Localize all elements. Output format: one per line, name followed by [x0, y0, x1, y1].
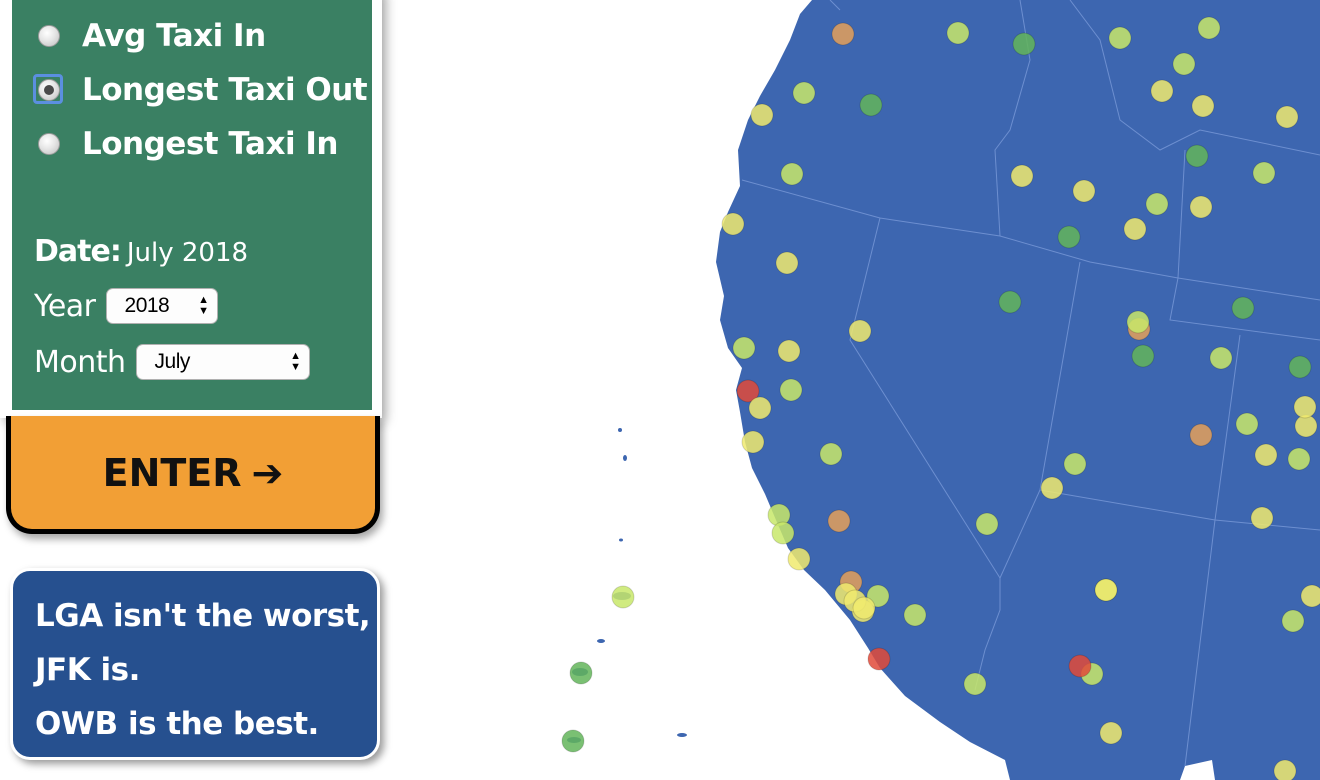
airport-marker[interactable]	[975, 512, 999, 536]
airport-marker[interactable]	[998, 290, 1022, 314]
airport-marker[interactable]	[1281, 609, 1305, 633]
airport-marker[interactable]	[1150, 79, 1174, 103]
select-arrows-icon: ▲ ▼	[198, 294, 209, 317]
date-display: Date: July 2018	[34, 234, 248, 269]
airport-marker[interactable]	[819, 442, 843, 466]
airport-marker[interactable]	[1040, 476, 1064, 500]
airport-marker[interactable]	[1099, 721, 1123, 745]
airport-marker[interactable]	[1191, 94, 1215, 118]
airport-marker[interactable]	[1063, 452, 1087, 476]
airport-marker[interactable]	[1287, 447, 1311, 471]
airport-marker[interactable]	[561, 729, 585, 753]
radio-label: Longest Taxi In	[82, 126, 339, 162]
airport-marker[interactable]	[779, 378, 803, 402]
message-line: JFK is.	[35, 652, 140, 688]
airport-marker[interactable]	[750, 103, 774, 127]
island	[623, 455, 627, 461]
airport-marker[interactable]	[1288, 355, 1312, 379]
airport-marker[interactable]	[775, 251, 799, 275]
airport-marker[interactable]	[1068, 654, 1092, 678]
select-arrows-icon: ▲ ▼	[290, 350, 301, 373]
airport-marker[interactable]	[1126, 310, 1150, 334]
control-panel: Avg Taxi In Longest Taxi Out Longest Tax…	[12, 0, 374, 410]
map-land	[567, 0, 1320, 780]
island	[619, 538, 623, 542]
airport-marker[interactable]	[852, 596, 876, 620]
airport-marker[interactable]	[963, 672, 987, 696]
island	[677, 733, 687, 737]
radio-label: Avg Taxi In	[82, 18, 266, 54]
airport-marker[interactable]	[1293, 395, 1317, 419]
airport-marker[interactable]	[1252, 161, 1276, 185]
airport-marker[interactable]	[1185, 144, 1209, 168]
airport-marker[interactable]	[1250, 506, 1274, 530]
airport-marker[interactable]	[867, 647, 891, 671]
airport-marker[interactable]	[1172, 52, 1196, 76]
island	[597, 639, 605, 643]
airport-marker[interactable]	[1131, 344, 1155, 368]
airport-marker[interactable]	[569, 661, 593, 685]
message-line: OWB is the best.	[35, 706, 319, 742]
airport-marker[interactable]	[1300, 584, 1320, 608]
airport-marker[interactable]	[1189, 195, 1213, 219]
airport-marker[interactable]	[611, 585, 635, 609]
airport-marker[interactable]	[1123, 217, 1147, 241]
airport-marker[interactable]	[792, 81, 816, 105]
radio-button-selected[interactable]	[38, 79, 60, 101]
airport-marker[interactable]	[1209, 346, 1233, 370]
airport-marker[interactable]	[946, 21, 970, 45]
airport-marker[interactable]	[1108, 26, 1132, 50]
airport-marker[interactable]	[831, 22, 855, 46]
month-select-value: July	[154, 350, 191, 373]
airport-marker[interactable]	[1254, 443, 1278, 467]
year-field: Year 2018 ▲ ▼	[34, 288, 218, 324]
date-label: Date:	[34, 234, 122, 269]
radio-option-avg-taxi-in[interactable]: Avg Taxi In	[38, 16, 266, 56]
airport-marker[interactable]	[721, 212, 745, 236]
radio-focus-wrapper	[33, 74, 63, 104]
land-mass	[716, 0, 1320, 780]
enter-button[interactable]: ENTER ➔	[6, 416, 380, 534]
year-select[interactable]: 2018 ▲ ▼	[105, 288, 218, 324]
airport-marker[interactable]	[1072, 179, 1096, 203]
airport-marker[interactable]	[787, 547, 811, 571]
airport-marker[interactable]	[827, 509, 851, 533]
airport-marker[interactable]	[780, 162, 804, 186]
airport-marker[interactable]	[859, 93, 883, 117]
airport-marker[interactable]	[1189, 423, 1213, 447]
airport-marker[interactable]	[741, 430, 765, 454]
airport-marker[interactable]	[777, 339, 801, 363]
month-field: Month July ▲ ▼	[34, 344, 310, 380]
year-label: Year	[34, 288, 96, 324]
message-box: LGA isn't the worst, JFK is. OWB is the …	[10, 568, 380, 760]
airport-marker[interactable]	[1273, 759, 1297, 780]
radio-option-longest-taxi-out[interactable]: Longest Taxi Out	[33, 70, 368, 110]
year-select-value: 2018	[124, 294, 170, 317]
arrow-right-icon: ➔	[251, 450, 284, 495]
airport-marker[interactable]	[1010, 164, 1034, 188]
airport-marker[interactable]	[1231, 296, 1255, 320]
radio-button[interactable]	[38, 25, 60, 47]
airport-marker[interactable]	[848, 319, 872, 343]
airport-marker[interactable]	[1145, 192, 1169, 216]
airport-marker[interactable]	[732, 336, 756, 360]
airport-marker[interactable]	[1275, 105, 1299, 129]
month-label: Month	[34, 344, 126, 380]
date-value: July 2018	[126, 238, 249, 268]
month-select[interactable]: July ▲ ▼	[135, 344, 310, 380]
airport-marker[interactable]	[1197, 16, 1221, 40]
radio-option-longest-taxi-in[interactable]: Longest Taxi In	[38, 124, 339, 164]
airport-marker[interactable]	[903, 603, 927, 627]
message-line: LGA isn't the worst,	[35, 598, 371, 634]
island	[618, 428, 622, 432]
radio-label: Longest Taxi Out	[82, 72, 368, 108]
airport-marker[interactable]	[1235, 412, 1259, 436]
airport-marker[interactable]	[1012, 32, 1036, 56]
airport-marker[interactable]	[771, 521, 795, 545]
radio-button[interactable]	[38, 133, 60, 155]
airport-marker[interactable]	[748, 396, 772, 420]
airport-marker[interactable]	[1057, 225, 1081, 249]
enter-button-label: ENTER	[102, 450, 242, 495]
airport-marker[interactable]	[1094, 578, 1118, 602]
